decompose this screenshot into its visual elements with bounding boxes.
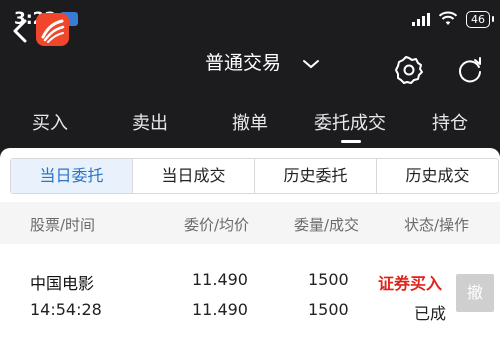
order-time: 14:54:28	[30, 300, 102, 319]
segment-history-orders[interactable]: 历史委托	[254, 159, 376, 193]
segment-today-trades[interactable]: 当日成交	[132, 159, 254, 193]
segment-history-trades[interactable]: 历史成交	[376, 159, 498, 193]
header-qty: 委量/成交	[294, 216, 360, 234]
tab-positions[interactable]: 持仓	[418, 104, 482, 144]
filled-qty: 1500	[308, 300, 349, 319]
table-row[interactable]: 中国电影 14:54:28 11.490 11.490 1500 1500 证券…	[0, 252, 500, 345]
refresh-icon[interactable]	[455, 55, 485, 85]
cancel-button[interactable]: 撤	[456, 274, 494, 312]
status-right: 46	[412, 9, 494, 29]
stock-name: 中国电影	[30, 274, 95, 293]
order-price: 11.490	[192, 270, 248, 289]
segment-today-orders[interactable]: 当日委托	[11, 159, 132, 193]
order-status: 已成	[414, 304, 447, 323]
active-tab-indicator	[341, 140, 361, 143]
tab-buy[interactable]: 买入	[18, 104, 82, 144]
page-title: 普通交易	[205, 52, 282, 74]
app-logo	[36, 13, 69, 46]
title-wrap[interactable]: 普通交易	[205, 48, 281, 75]
status-bar: 3:22 46	[0, 0, 500, 38]
table-header: 股票/时间 委价/均价 委量/成交 状态/操作	[0, 202, 500, 244]
tab-cancel-order[interactable]: 撤单	[218, 104, 282, 144]
header-status: 状态/操作	[404, 216, 470, 234]
gear-icon[interactable]	[394, 55, 424, 85]
content-panel: 当日委托 当日成交 历史委托 历史成交 股票/时间 委价/均价 委量/成交 状态…	[0, 148, 500, 345]
trade-action: 证券买入	[378, 274, 443, 293]
battery-indicator: 46	[466, 10, 494, 28]
avg-price: 11.490	[192, 300, 248, 319]
tab-sell[interactable]: 卖出	[118, 104, 182, 144]
signal-icon	[412, 12, 430, 26]
header-stock-time: 股票/时间	[30, 216, 96, 234]
back-arrow-icon[interactable]	[10, 16, 30, 46]
chevron-down-icon[interactable]	[302, 58, 320, 70]
header-price: 委价/均价	[184, 216, 250, 234]
segment-control: 当日委托 当日成交 历史委托 历史成交	[10, 158, 499, 194]
tab-orders-trades[interactable]: 委托成交	[300, 104, 400, 144]
order-qty: 1500	[308, 270, 349, 289]
wifi-icon	[438, 11, 458, 25]
main-tabs: 买入 卖出 撤单 委托成交 持仓	[0, 104, 500, 144]
